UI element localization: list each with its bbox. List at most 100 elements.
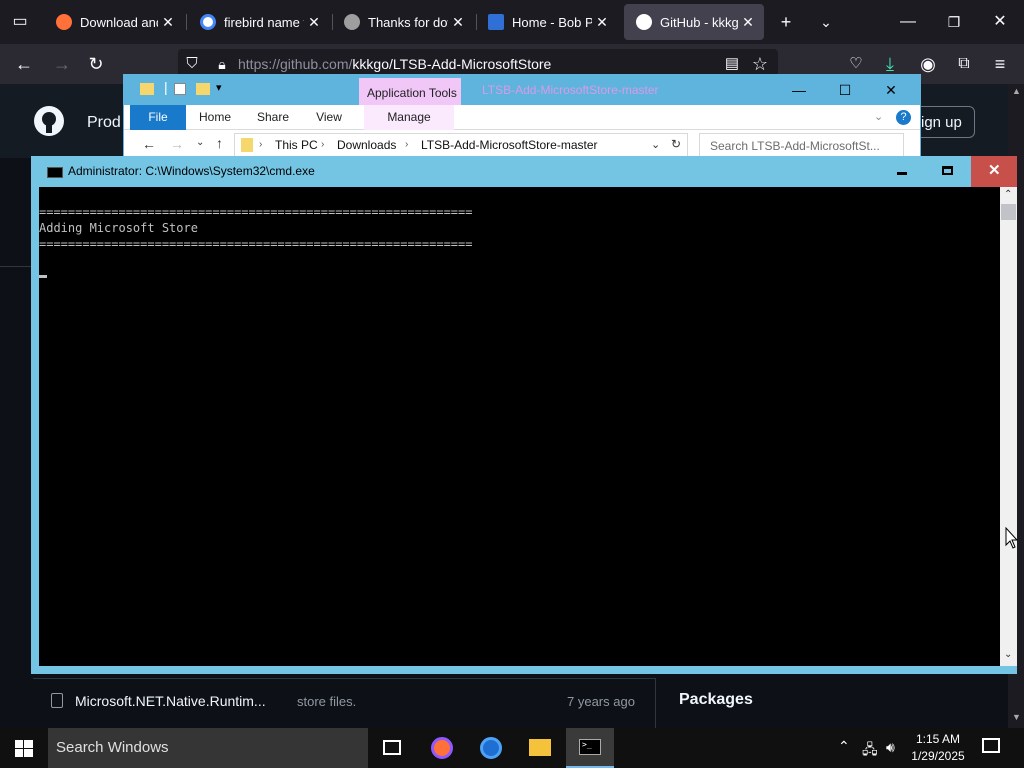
reload-icon[interactable]: ↻ <box>84 52 108 76</box>
console-output[interactable]: ========================================… <box>39 187 1000 666</box>
back-icon[interactable]: ← <box>12 52 36 76</box>
tab-file[interactable]: File <box>130 105 186 130</box>
ribbon-tabs: File Home Share View Manage ⌄ ? <box>124 105 920 130</box>
url-text[interactable]: https://github.com/kkkgo/LTSB-Add-Micros… <box>238 56 551 72</box>
maximize-button[interactable] <box>925 156 971 187</box>
tab-home[interactable]: Home <box>190 105 240 130</box>
firefox-favicon-icon <box>56 14 72 30</box>
scrollbar-thumb[interactable] <box>1001 204 1016 220</box>
quick-access-dropdown-icon[interactable]: ▾ <box>216 81 222 94</box>
tab-share[interactable]: Share <box>250 105 296 130</box>
tab-bob-portal[interactable]: Home - Bob Por ✕ <box>476 4 618 40</box>
up-icon[interactable]: ↑ <box>216 135 223 151</box>
window-minimize-icon[interactable]: — <box>896 10 920 34</box>
table-row[interactable]: Microsoft.NET.Native.Runtim... store fil… <box>33 678 655 724</box>
taskbar-search-input[interactable]: Search Windows <box>48 728 368 768</box>
tab-manage[interactable]: Manage <box>364 105 454 130</box>
packages-heading[interactable]: Packages <box>679 691 753 709</box>
console-line: ========================================… <box>39 237 473 251</box>
scroll-up-icon[interactable]: ▲ <box>1012 86 1021 96</box>
scroll-up-icon[interactable]: ⌃ <box>1004 189 1012 200</box>
tab-overview-icon[interactable]: ▭ <box>8 10 32 34</box>
breadcrumb-folder[interactable]: LTSB-Add-MicrosoftStore-master <box>421 138 598 152</box>
taskbar-firefox[interactable] <box>418 728 466 768</box>
address-bar[interactable]: › This PC › Downloads › LTSB-Add-Microso… <box>234 133 688 157</box>
new-folder-icon[interactable] <box>196 83 210 95</box>
close-icon[interactable]: ✕ <box>304 14 324 31</box>
close-icon[interactable]: ✕ <box>592 14 612 31</box>
close-button[interactable]: ✕ <box>971 156 1017 187</box>
forward-icon[interactable]: → <box>170 136 184 152</box>
cmd-window[interactable]: Administrator: C:\Windows\System32\cmd.e… <box>31 156 1017 674</box>
taskbar-cmd[interactable]: >_ <box>566 728 614 768</box>
file-explorer-window[interactable]: | ▾ Application Tools LTSB-Add-Microsoft… <box>123 74 921 160</box>
menu-icon[interactable]: ≡ <box>988 52 1012 76</box>
tab-view[interactable]: View <box>306 105 352 130</box>
github-nav-product[interactable]: Prod <box>87 114 121 132</box>
taskbar-thunderbird[interactable] <box>467 728 515 768</box>
back-icon[interactable]: ← <box>142 136 156 152</box>
tab-firebird[interactable]: firebird name fin ✕ <box>188 4 330 40</box>
minimize-icon[interactable]: — <box>776 75 822 105</box>
taskbar-file-explorer[interactable] <box>516 728 564 768</box>
tab-thanks[interactable]: Thanks for down ✕ <box>332 4 474 40</box>
scroll-down-icon[interactable]: ⌄ <box>1004 649 1012 660</box>
shield-icon[interactable]: ⛉ <box>180 52 204 76</box>
tab-github[interactable]: GitHub - kkkgo/ ✕ <box>624 4 764 40</box>
close-icon: ✕ <box>988 162 1001 179</box>
close-icon[interactable]: ✕ <box>448 14 468 31</box>
minimize-button[interactable] <box>879 156 925 187</box>
tab-download[interactable]: Download and t ✕ <box>44 4 184 40</box>
commit-message[interactable]: store files. <box>297 694 356 709</box>
reader-view-icon[interactable]: ▤ <box>720 52 744 76</box>
file-name-link[interactable]: Microsoft.NET.Native.Runtim... <box>75 693 266 709</box>
forward-icon[interactable]: → <box>50 52 74 76</box>
volume-icon[interactable]: 🔊︎ <box>886 739 895 756</box>
close-icon[interactable]: ✕ <box>738 14 758 31</box>
breadcrumb-downloads[interactable]: Downloads <box>337 138 396 152</box>
task-view-button[interactable] <box>368 728 416 768</box>
close-icon[interactable]: ✕ <box>158 14 178 31</box>
extensions-icon[interactable]: ⧉ <box>952 52 976 76</box>
address-dropdown-icon[interactable]: ⌄ <box>651 138 660 151</box>
cmd-icon: >_ <box>579 739 601 755</box>
scroll-down-icon[interactable]: ▼ <box>1012 712 1021 722</box>
github-logo-icon[interactable] <box>33 105 65 137</box>
github-favicon-icon <box>636 14 652 30</box>
windows-start-icon[interactable] <box>15 740 33 757</box>
window-close-icon[interactable]: ✕ <box>988 10 1012 34</box>
breadcrumb-this-pc[interactable]: This PC <box>275 138 318 152</box>
task-view-icon <box>383 740 401 755</box>
lock-icon[interactable]: 🔒︎ <box>210 52 234 76</box>
browser-tab-bar: ▭ Download and t ✕ firebird name fin ✕ T… <box>0 0 1024 44</box>
bookmark-star-icon[interactable]: ☆ <box>748 52 772 76</box>
clock[interactable]: 1:15 AM 1/29/2025 <box>908 731 968 765</box>
notifications-icon[interactable] <box>982 738 1000 753</box>
window-restore-icon[interactable]: ❐ <box>942 10 966 34</box>
downloads-icon[interactable]: ⤓ <box>878 52 902 76</box>
network-icon[interactable]: 🖧︎ <box>862 739 878 763</box>
thunderbird-icon <box>480 737 502 759</box>
cmd-title-bar[interactable]: Administrator: C:\Windows\System32\cmd.e… <box>31 156 1017 187</box>
recent-locations-icon[interactable]: ⌄ <box>196 137 204 148</box>
pocket-icon[interactable]: ♡ <box>844 52 868 76</box>
file-explorer-icon <box>529 739 551 756</box>
new-tab-icon[interactable]: + <box>774 10 798 34</box>
text-cursor <box>39 275 47 278</box>
console-scrollbar[interactable]: ⌃ ⌄ <box>1000 187 1017 666</box>
show-hidden-icons-chevron-icon[interactable]: ⌃ <box>838 738 850 755</box>
properties-icon[interactable] <box>174 83 186 95</box>
cmd-icon <box>47 167 63 178</box>
close-icon[interactable]: ✕ <box>868 75 914 105</box>
tab-list-chevron-icon[interactable]: ⌄ <box>814 10 838 34</box>
refresh-icon[interactable]: ↻ <box>671 137 681 151</box>
maximize-icon <box>942 166 953 175</box>
console-line: Adding Microsoft Store <box>39 221 198 235</box>
explorer-title-bar[interactable]: | ▾ Application Tools LTSB-Add-Microsoft… <box>124 75 920 107</box>
explorer-search-input[interactable]: Search LTSB-Add-MicrosoftSt... <box>699 133 904 157</box>
account-icon[interactable]: ◉ <box>916 52 940 76</box>
maximize-icon[interactable]: ☐ <box>822 75 868 105</box>
expand-ribbon-icon[interactable]: ⌄ <box>874 110 883 123</box>
clock-time: 1:15 AM <box>915 732 961 746</box>
help-icon[interactable]: ? <box>896 110 911 125</box>
